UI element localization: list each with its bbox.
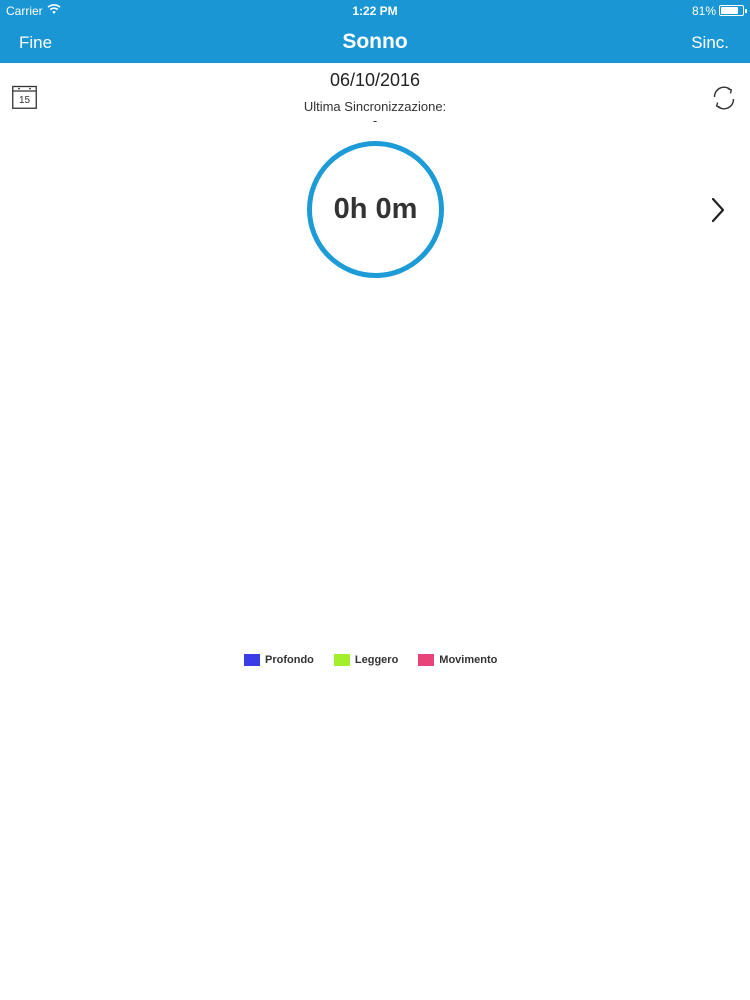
sleep-screen: Carrier 1:22 PM 81% Fine Sonno Sinc. 15 … bbox=[0, 0, 750, 1000]
legend-item-leggero: Leggero bbox=[333, 654, 399, 666]
page-title: Sonno bbox=[342, 30, 408, 53]
battery-percentage: 81% bbox=[691, 4, 716, 18]
status-bar: Carrier 1:22 PM 81% bbox=[0, 0, 750, 21]
battery-fill bbox=[721, 7, 738, 14]
status-time: 1:22 PM bbox=[352, 4, 398, 18]
battery-icon bbox=[719, 5, 747, 16]
legend-swatch bbox=[418, 654, 435, 666]
selected-date: 06/10/2016 bbox=[329, 70, 421, 90]
chevron-right-icon[interactable] bbox=[710, 197, 726, 223]
legend-label: Movimento bbox=[439, 654, 498, 666]
navigation-bar: Fine Sonno Sinc. bbox=[0, 21, 750, 63]
legend-label: Leggero bbox=[354, 654, 399, 666]
battery-nub bbox=[745, 9, 747, 13]
top-bar: Carrier 1:22 PM 81% Fine Sonno Sinc. bbox=[0, 0, 750, 63]
sleep-legend: Profondo Leggero Movimento bbox=[244, 652, 497, 668]
legend-swatch bbox=[333, 654, 350, 666]
sync-button[interactable]: Sinc. bbox=[691, 33, 729, 53]
legend-item-movimento: Movimento bbox=[418, 654, 497, 666]
sync-icon[interactable] bbox=[709, 84, 739, 112]
last-sync-label: Ultima Sincronizzazione: bbox=[303, 99, 447, 114]
legend-swatch bbox=[244, 654, 260, 666]
sleep-duration: 0h 0m bbox=[333, 193, 418, 225]
legend-label: Profondo bbox=[265, 654, 314, 666]
sleep-duration-ring: 0h 0m bbox=[307, 141, 444, 278]
legend-item-profondo: Profondo bbox=[244, 654, 314, 666]
last-sync-value: - bbox=[372, 113, 378, 128]
